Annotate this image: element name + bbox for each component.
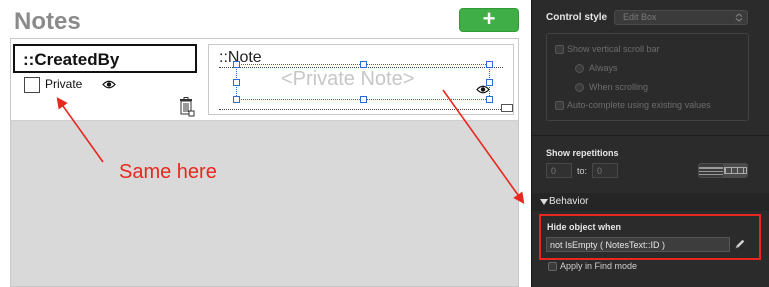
highlight-box — [539, 214, 761, 260]
repetitions-from-value: 0 — [551, 166, 557, 176]
private-checkbox[interactable] — [24, 77, 40, 93]
eye-icon — [102, 80, 116, 89]
scrollbar-checkbox[interactable] — [555, 45, 564, 55]
created-by-label: ::CreatedBy — [23, 50, 120, 69]
when-scrolling-option-label: When scrolling — [589, 82, 649, 92]
autocomplete-option-label: Auto-complete using existing values — [567, 100, 711, 110]
resize-handle[interactable] — [233, 61, 240, 68]
repetitions-from-field[interactable]: 0 — [546, 163, 572, 178]
chevron-updown-icon — [735, 13, 743, 22]
horizontal-lines-icon — [723, 167, 747, 174]
eye-icon — [476, 85, 490, 94]
layout-canvas: Notes + ::CreatedBy Private::Note <Priv… — [0, 0, 531, 287]
when-scrolling-radio[interactable] — [575, 83, 584, 93]
page-title: Notes — [14, 8, 81, 35]
control-style-value: Edit Box — [623, 12, 657, 22]
add-icon: + — [482, 6, 496, 31]
private-label: Private — [45, 77, 83, 91]
scrollbar-option[interactable]: Show vertical scroll bar — [555, 44, 660, 55]
horizontal-orientation-button[interactable] — [722, 164, 747, 177]
resize-handle[interactable] — [360, 96, 367, 103]
resize-handle[interactable] — [233, 96, 240, 103]
trash-icon[interactable] — [179, 97, 195, 117]
apply-find-checkbox[interactable] — [548, 262, 557, 272]
section-divider — [532, 135, 769, 136]
scrollbar-option-label: Show vertical scroll bar — [567, 44, 660, 54]
control-options-group: Show vertical scroll bar Always When scr… — [546, 33, 749, 121]
disclosure-triangle-icon — [540, 199, 548, 205]
notes-portal[interactable]: ::CreatedBy Private ::Note <Private Note… — [10, 38, 519, 287]
autocomplete-option[interactable]: Auto-complete using existing values — [555, 100, 711, 111]
control-style-label: Control style — [546, 12, 608, 23]
apply-find-option[interactable]: Apply in Find mode — [548, 261, 638, 272]
autocomplete-checkbox[interactable] — [555, 101, 564, 111]
always-radio[interactable] — [575, 64, 584, 74]
always-option[interactable]: Always — [575, 63, 618, 74]
add-button[interactable]: + — [459, 8, 519, 32]
repetitions-to-field[interactable]: 0 — [592, 163, 618, 178]
annotation-text: Same here — [119, 161, 217, 183]
when-scrolling-option[interactable]: When scrolling — [575, 82, 649, 93]
inspector-panel: Control style Edit Box Show vertical scr… — [531, 0, 769, 287]
repetition-orientation-toggle[interactable] — [698, 163, 748, 178]
resize-handle[interactable] — [486, 96, 493, 103]
resize-handle[interactable] — [360, 61, 367, 68]
selection-box[interactable] — [233, 61, 493, 103]
resize-icon — [501, 104, 513, 112]
apply-find-label: Apply in Find mode — [560, 261, 638, 271]
always-option-label: Always — [589, 63, 618, 73]
behavior-header-label: Behavior — [549, 196, 589, 207]
resize-handle[interactable] — [486, 61, 493, 68]
note-underline — [219, 109, 503, 110]
behavior-section-header[interactable]: Behavior — [532, 193, 769, 211]
repetitions-label: Show repetitions — [546, 148, 619, 158]
control-style-select[interactable]: Edit Box — [614, 10, 748, 25]
repetitions-to-value: 0 — [597, 166, 603, 176]
note-field[interactable]: ::Note <Private Note> — [208, 44, 514, 115]
created-by-field[interactable]: ::CreatedBy — [13, 44, 197, 73]
portal-row: ::CreatedBy Private ::Note <Private Note… — [11, 39, 518, 121]
vertical-lines-icon — [699, 166, 723, 175]
repetitions-to-label: to: — [577, 166, 588, 176]
vertical-orientation-button[interactable] — [699, 164, 723, 177]
resize-handle[interactable] — [233, 79, 240, 86]
